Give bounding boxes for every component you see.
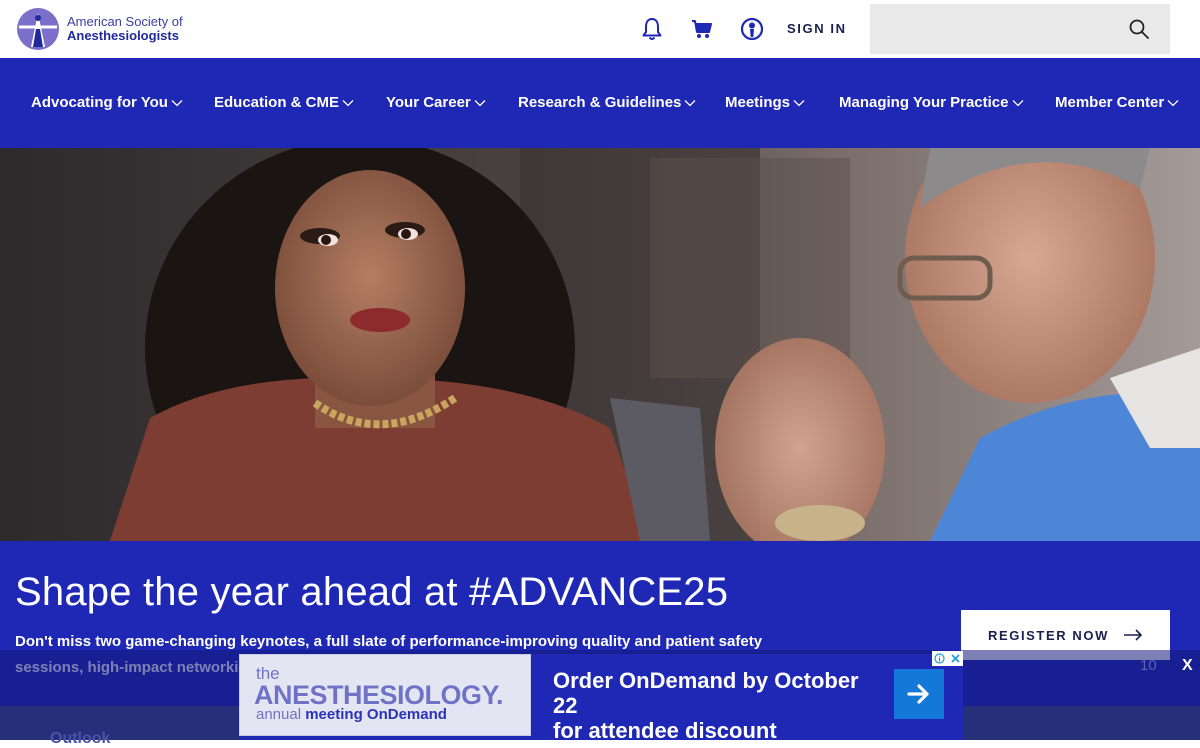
- top-header: American Society of Anesthesiologists SI…: [0, 0, 1200, 58]
- ad-logo: the ANESTHESIOLOGY. annual meeting OnDem…: [239, 654, 531, 736]
- search-icon: [1129, 19, 1149, 39]
- ad-info-icon: [934, 653, 945, 664]
- ad-logo-ondemand: OnDemand: [366, 706, 447, 723]
- ad-logo-annual: annual: [256, 706, 302, 723]
- nav-item-label: Your Career: [386, 94, 471, 111]
- ad-offer-text: Order OnDemand by October 22 for attende…: [553, 668, 883, 743]
- search-bar: [870, 4, 1170, 54]
- logo-line-2: Anesthesiologists: [67, 28, 179, 43]
- ad-close-button[interactable]: X: [1182, 657, 1193, 675]
- user-icon: [740, 17, 764, 41]
- ad-choices[interactable]: [932, 651, 963, 666]
- chevron-down-icon: [171, 99, 183, 106]
- nav-item-practice[interactable]: Managing Your Practice: [839, 94, 1024, 111]
- nav-item-education[interactable]: Education & CME: [214, 94, 354, 111]
- ad-logo-meeting: meeting: [305, 706, 363, 723]
- search-button[interactable]: [1127, 17, 1151, 41]
- logo-text: American Society of Anesthesiologists: [67, 15, 183, 43]
- nav-item-career[interactable]: Your Career: [386, 94, 486, 111]
- register-now-label: REGISTER NOW: [987, 627, 1110, 643]
- main-nav: Advocating for You Education & CME Your …: [0, 58, 1200, 148]
- nav-item-label: Managing Your Practice: [839, 94, 1009, 111]
- nav-item-label: Member Center: [1055, 94, 1165, 111]
- search-input[interactable]: [870, 4, 1120, 54]
- nav-item-label: Advocating for You: [31, 94, 168, 111]
- account-button[interactable]: [740, 17, 764, 41]
- cart-icon: [692, 20, 712, 38]
- chevron-down-icon: [684, 99, 696, 106]
- nav-item-meetings[interactable]: Meetings: [725, 94, 805, 111]
- nav-item-label: Research & Guidelines: [518, 94, 682, 111]
- logo-line-1: American Society of: [67, 14, 183, 29]
- nav-item-label: Education & CME: [214, 94, 340, 111]
- chevron-down-icon: [1167, 99, 1179, 106]
- chevron-down-icon: [342, 99, 354, 106]
- asa-logo-mark-icon: [17, 8, 59, 50]
- ad-offer-line-1: Order OnDemand by October 22: [553, 668, 859, 718]
- nav-item-member-center[interactable]: Member Center: [1055, 94, 1179, 111]
- asa-logo[interactable]: American Society of Anesthesiologists: [16, 7, 183, 51]
- sign-in-link[interactable]: SIGN IN: [787, 21, 847, 36]
- ad-logo-tagline: annual meeting OnDemand: [256, 706, 447, 723]
- ad-go-button[interactable]: [894, 669, 944, 719]
- chevron-down-icon: [1012, 99, 1023, 106]
- bell-icon: [642, 18, 662, 40]
- notifications-button[interactable]: [640, 17, 664, 41]
- ad-banner[interactable]: the ANESTHESIOLOGY. annual meeting OnDem…: [239, 651, 963, 743]
- nav-item-advocating[interactable]: Advocating for You: [31, 94, 183, 111]
- ad-countdown: 10: [1140, 657, 1157, 674]
- hero-photo: [0, 148, 1200, 541]
- nav-item-label: Meetings: [725, 94, 791, 111]
- hero-title: Shape the year ahead at #ADVANCE25: [15, 570, 729, 614]
- arrow-right-icon: [907, 684, 929, 704]
- chevron-down-icon: [474, 99, 486, 106]
- hero-photo-illustration: [0, 148, 1200, 541]
- arrow-right-icon: [1124, 629, 1143, 641]
- cart-button[interactable]: [690, 17, 714, 41]
- chevron-down-icon: [793, 99, 805, 106]
- ad-offer-line-2: for attendee discount: [553, 718, 777, 743]
- next-section-heading: Outlook: [50, 730, 111, 747]
- ad-close-icon: [951, 654, 960, 663]
- nav-item-research[interactable]: Research & Guidelines: [518, 94, 696, 111]
